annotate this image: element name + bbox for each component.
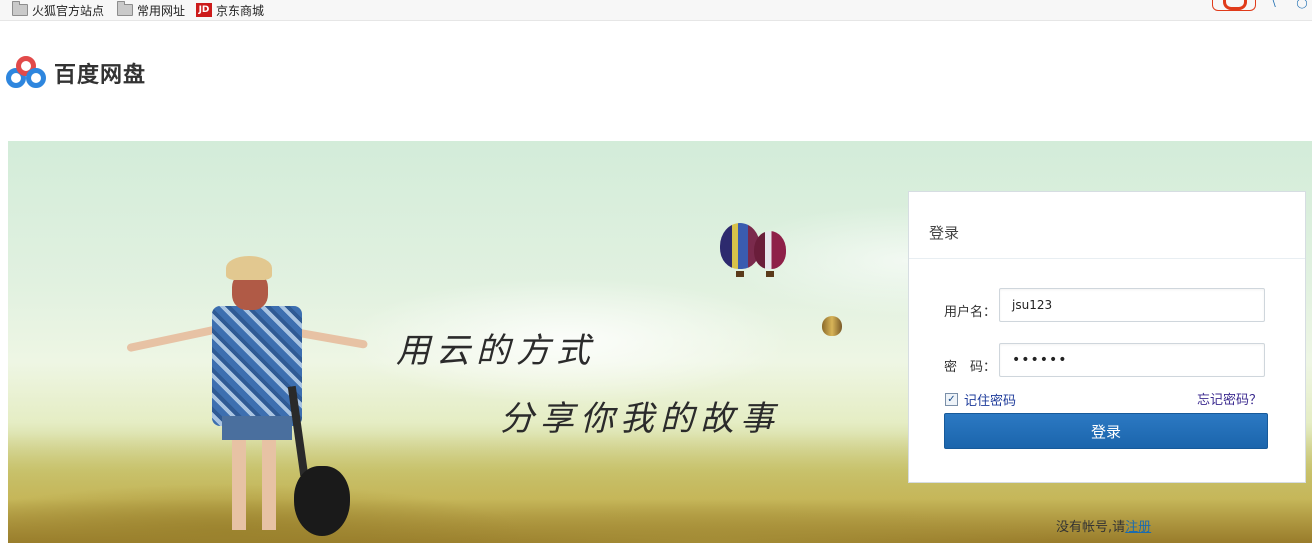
balloon-basket: [766, 271, 774, 277]
remember-checkbox[interactable]: ✓: [945, 393, 958, 406]
toolbar-icons: \ ◯: [1212, 0, 1312, 11]
slogan-line-2: 分享你我的故事: [500, 399, 780, 439]
forgot-password-link[interactable]: 忘记密码？: [1197, 389, 1262, 408]
bookmark-label: 火狐官方站点: [32, 3, 105, 18]
hot-air-balloon-icon: [822, 316, 842, 336]
username-label: 用户名：: [944, 305, 997, 320]
bookmark-label: 京东商城: [216, 3, 265, 18]
register-prompt: 没有帐号,请注册: [1056, 516, 1151, 535]
bookmark-jd-mall[interactable]: JD 京东商城: [196, 2, 264, 18]
balloon-basket: [736, 271, 744, 277]
arrow-icon[interactable]: \: [1264, 0, 1284, 10]
bookmark-common-sites[interactable]: 常用网址: [117, 1, 186, 18]
register-prompt-text: 没有帐号,请: [1056, 520, 1126, 535]
weibo-icon[interactable]: [1212, 0, 1256, 11]
register-link[interactable]: 注册: [1125, 520, 1151, 535]
folder-icon: [117, 1, 133, 16]
circle-icon[interactable]: ◯: [1292, 0, 1312, 10]
bookmarks-bar: 火狐官方站点 常用网址 JD 京东商城 \ ◯: [0, 0, 1312, 21]
baidu-netdisk-logo-icon: [6, 56, 48, 90]
login-button[interactable]: 登录: [944, 413, 1268, 449]
bookmark-label: 常用网址: [137, 3, 186, 18]
slogan-line-1: 用云的方式: [396, 331, 596, 371]
password-input[interactable]: ••••••: [999, 343, 1265, 377]
login-title: 登录: [929, 224, 960, 242]
divider: [909, 258, 1305, 259]
username-input[interactable]: jsu123: [999, 288, 1265, 322]
folder-icon: [12, 1, 28, 16]
password-label: 密 码：: [944, 360, 997, 375]
remember-label[interactable]: 记住密码: [964, 390, 1016, 409]
bookmark-firefox-official[interactable]: 火狐官方站点: [12, 1, 105, 18]
baidu-netdisk-logo[interactable]: 百度网盘: [6, 56, 146, 90]
hot-air-balloon-icon: [754, 231, 786, 269]
girl-with-guitar-image: [108, 256, 388, 543]
jd-icon: JD: [196, 3, 212, 17]
remember-password-row[interactable]: ✓ 记住密码: [945, 390, 1016, 409]
logo-text: 百度网盘: [54, 63, 147, 88]
login-panel: 登录 用户名： jsu123 密 码： •••••• ✓ 记住密码 忘记密码？ …: [908, 191, 1306, 483]
